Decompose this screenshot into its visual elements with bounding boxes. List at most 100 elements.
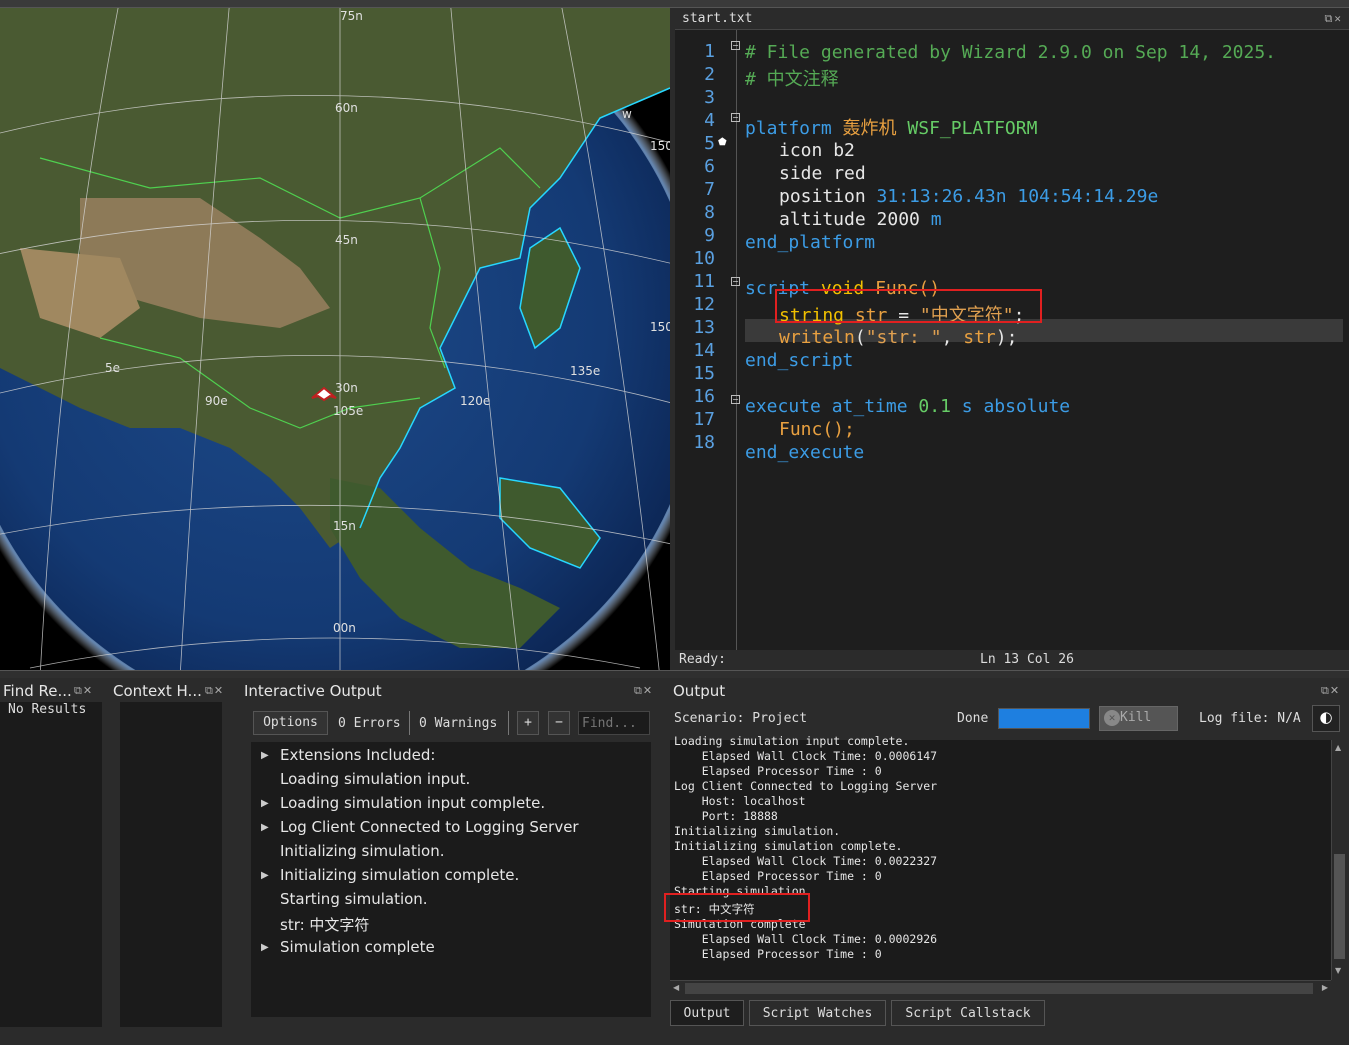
output-tree-row[interactable]: Extensions Included: (280, 746, 435, 764)
scroll-down-icon[interactable]: ▼ (1335, 966, 1341, 975)
line-number: 18 (693, 432, 715, 453)
output-tree-row[interactable]: Log Client Connected to Logging Server (280, 818, 579, 836)
lon-label: 105e (333, 404, 363, 418)
kw-altitude: altitude (779, 209, 866, 230)
output-tree-row[interactable]: Starting simulation. (280, 890, 428, 908)
icon-value: b2 (833, 140, 855, 161)
line-number: 5 (704, 133, 715, 154)
output-tree-row[interactable]: Initializing simulation complete. (280, 866, 519, 884)
expand-arrow-icon[interactable]: ▶ (261, 798, 269, 809)
float-close-icon[interactable]: ⧉✕ (205, 684, 224, 698)
string-literal: "str: " (865, 327, 942, 348)
context-help-title[interactable]: Context H... (113, 682, 202, 700)
expand-arrow-icon[interactable]: ▶ (261, 870, 269, 881)
func-writeln: writeln (779, 327, 855, 348)
time-value: 0.1 (918, 396, 951, 417)
context-help-panel (120, 702, 222, 1027)
code-line-5: icon b2 (779, 140, 855, 161)
lon-label: 150 (650, 139, 670, 153)
float-close-icon[interactable]: ⧉✕ (634, 684, 653, 698)
editor-status-bar: Ready: Ln 13 Col 26 (675, 650, 1349, 670)
done-label: Done (957, 711, 989, 726)
line-number: 6 (704, 156, 715, 177)
kill-button[interactable]: ✕ Kill (1099, 706, 1178, 731)
horizontal-splitter[interactable] (0, 670, 1349, 678)
scroll-left-icon[interactable]: ◀ (673, 983, 679, 992)
lon-label: 5e (105, 361, 120, 375)
lat-label: 75n (340, 9, 363, 23)
kw-position: position (779, 186, 866, 207)
kw-absolute: absolute (983, 396, 1071, 417)
lon-label: w (622, 107, 632, 121)
console-line: Initializing simulation complete. (674, 839, 903, 853)
script-editor[interactable]: start.txt ⧉✕ 1 2 3 4 5 6 7 8 9 10 11 12 13 14 15 16 17 18… (675, 8, 1349, 670)
find-results-title[interactable]: Find Re... (3, 682, 72, 700)
lon-label: 120e (460, 394, 490, 408)
editor-tab[interactable]: start.txt ⧉✕ (675, 8, 1349, 30)
expand-all-button[interactable]: + (517, 711, 539, 735)
collapse-all-button[interactable]: − (548, 711, 570, 735)
map-globe-view[interactable]: 75n 60n 45n 30n 15n 00n 105e 120e 135e 9… (0, 8, 670, 670)
output-tree-row[interactable]: Loading simulation input complete. (280, 794, 545, 812)
output-tree-row[interactable]: Loading simulation input. (280, 770, 470, 788)
float-close-icon[interactable]: ⧉✕ (1325, 12, 1343, 26)
float-close-icon[interactable]: ⧉✕ (74, 684, 93, 698)
code-line-16: execute at_time 0.1 s absolute (745, 396, 1070, 417)
code-line-17: Func(); (779, 419, 855, 440)
output-tree-row[interactable]: Simulation complete (280, 938, 435, 956)
progress-fill (999, 709, 1089, 728)
line-number: 7 (704, 179, 715, 200)
line-number: 15 (693, 363, 715, 384)
progress-bar (998, 708, 1090, 729)
errors-count[interactable]: 0 Errors (338, 716, 401, 731)
expand-arrow-icon[interactable]: ▶ (261, 750, 269, 761)
scrollbar-thumb[interactable] (685, 983, 1313, 994)
output-tree-row[interactable]: Initializing simulation. (280, 842, 444, 860)
platform-type: WSF_PLATFORM (907, 118, 1038, 139)
options-button[interactable]: Options (253, 711, 328, 735)
output-title[interactable]: Output (673, 682, 725, 700)
console-line: Loading simulation input complete. (674, 734, 910, 748)
find-results-content: No Results (8, 702, 87, 717)
line-number: 17 (693, 409, 715, 430)
scroll-right-icon[interactable]: ▶ (1322, 983, 1328, 992)
tab-script-callstack[interactable]: Script Callstack (891, 1000, 1045, 1026)
expand-arrow-icon[interactable]: ▶ (261, 942, 269, 953)
kill-label: Kill (1120, 710, 1152, 725)
line-number: 2 (704, 64, 715, 85)
kw-side: side (779, 163, 823, 184)
console-line: Port: 18888 (674, 809, 778, 823)
lon-label: 90e (205, 394, 228, 408)
time-unit: s (961, 396, 973, 417)
tab-script-watches[interactable]: Script Watches (749, 1000, 886, 1026)
code-area[interactable]: # File generated by Wizard 2.9.0 on Sep … (737, 30, 1349, 650)
float-close-icon[interactable]: ⧉✕ (1321, 684, 1340, 698)
lat-label: 15n (333, 519, 356, 533)
interactive-output-title[interactable]: Interactive Output (244, 682, 382, 700)
code-line-2: # 中文注释 (745, 69, 839, 90)
status-ready: Ready: (679, 652, 726, 667)
annotation-highlight-box (775, 289, 1042, 323)
find-input[interactable] (578, 711, 650, 735)
position-value: 31:13:26.43n 104:54:14.29e (876, 186, 1159, 207)
lat-label: 30n (335, 381, 358, 395)
lon-label: 135e (570, 364, 600, 378)
editor-tab-title: start.txt (682, 11, 753, 26)
warnings-count[interactable]: 0 Warnings (419, 716, 497, 731)
output-tree-row[interactable]: str: 中文字符 (280, 914, 369, 935)
cursor-position: Ln 13 Col 26 (980, 652, 1074, 667)
scrollbar-thumb[interactable] (1334, 854, 1345, 959)
expand-arrow-icon[interactable]: ▶ (261, 822, 269, 833)
horizontal-scrollbar[interactable]: ◀ ▶ (670, 980, 1331, 996)
window-top-border (0, 0, 1349, 8)
altitude-value: 2000 (876, 209, 920, 230)
console-line: Elapsed Wall Clock Time: 0.0002926 (674, 932, 938, 946)
tab-output[interactable]: Output (670, 1000, 744, 1026)
open-folder-icon[interactable]: ◐ (1312, 705, 1340, 732)
kw-execute: execute (745, 396, 821, 417)
bookmark-icon: ⬟ (718, 137, 727, 148)
scroll-up-icon[interactable]: ▲ (1335, 743, 1341, 752)
vertical-scrollbar[interactable]: ▲ ▼ (1331, 740, 1347, 980)
log-file-label: Log file: N/A (1199, 711, 1301, 726)
code-line-8: altitude 2000 m (779, 209, 942, 230)
